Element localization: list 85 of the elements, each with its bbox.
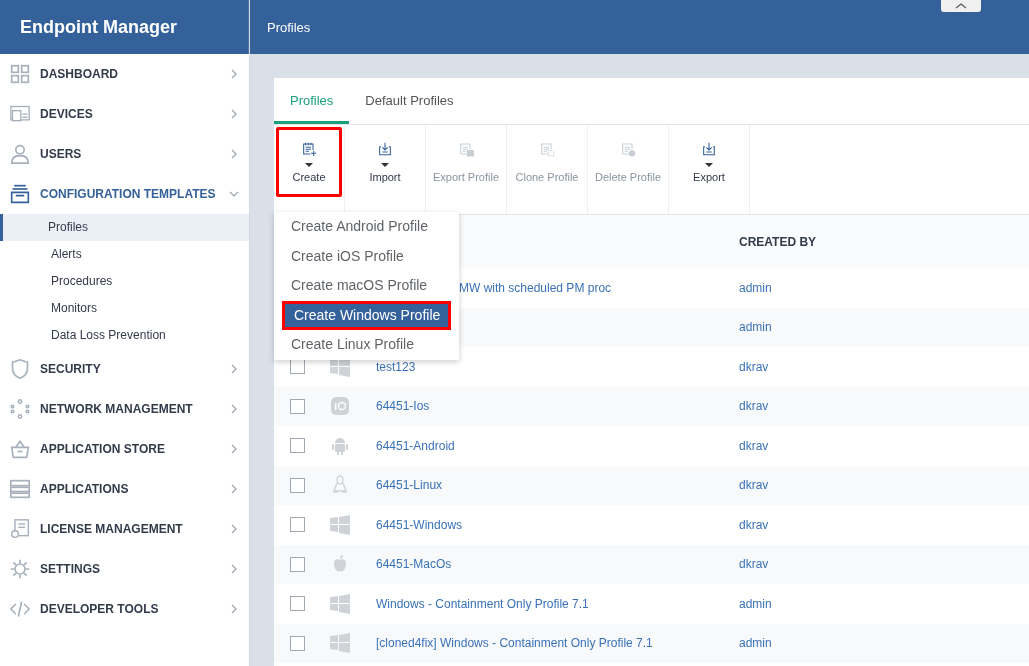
sidebar-item[interactable]: APPLICATIONS — [0, 469, 249, 509]
devices-icon — [10, 104, 30, 124]
profile-name-link[interactable]: test123 — [376, 359, 416, 374]
row-checkbox[interactable] — [290, 596, 305, 612]
chevron-right-icon — [229, 604, 239, 614]
toolbar-button[interactable]: Create — [276, 127, 342, 197]
profile-name-link[interactable]: 64451-Linux — [376, 478, 443, 493]
menu-item[interactable]: Create macOS Profile — [274, 271, 459, 301]
windows-icon — [330, 593, 350, 614]
sidebar-item[interactable]: DASHBOARD — [0, 54, 249, 94]
sidebar-subitem[interactable]: Monitors — [0, 295, 249, 322]
penguin-icon — [330, 475, 350, 496]
menu-item[interactable]: Create Linux Profile — [274, 330, 459, 360]
profile-name-link[interactable]: [cloned4fix] Windows - Containment Only Profile 7.1 — [376, 636, 653, 651]
code-icon — [10, 599, 30, 619]
created-by-link[interactable]: admin — [739, 280, 772, 295]
sidebar-item[interactable]: USERS — [0, 134, 249, 174]
android-icon — [330, 435, 350, 456]
profile-name-link[interactable]: 64451-Ios — [376, 399, 430, 414]
created-by-link[interactable]: admin — [739, 596, 772, 611]
windows-icon — [330, 633, 350, 654]
sidebar-subitem[interactable]: Alerts — [0, 241, 249, 268]
created-by-link[interactable]: dkrav — [739, 399, 769, 414]
shield-icon — [10, 359, 30, 379]
network-icon — [10, 399, 30, 419]
sidebar-item[interactable]: CONFIGURATION TEMPLATES — [0, 174, 249, 214]
chevron-down-icon — [229, 189, 239, 199]
profile-name-link[interactable]: Windows - Containment Only Profile 7.1 — [376, 596, 589, 611]
toolbar-button[interactable]: Export — [669, 127, 749, 197]
created-by-link[interactable]: dkrav — [739, 478, 769, 493]
chevron-right-icon — [229, 444, 239, 454]
chevron-right-icon — [229, 564, 239, 574]
page-title: Profiles — [267, 19, 311, 35]
user-icon — [10, 144, 30, 164]
rounded-square-icon — [330, 396, 350, 417]
row-checkbox[interactable] — [290, 635, 305, 651]
sidebar-item[interactable]: SECURITY — [0, 349, 249, 389]
sidebar-item[interactable]: APPLICATION STORE — [0, 429, 249, 469]
column-header[interactable]: CREATED BY — [739, 234, 1029, 249]
row-checkbox[interactable] — [290, 438, 305, 454]
menu-item[interactable]: Create Android Profile — [274, 212, 459, 242]
chevron-right-icon — [229, 404, 239, 414]
created-by-link[interactable]: admin — [739, 320, 772, 335]
row-checkbox[interactable] — [290, 556, 305, 572]
profile-name-link[interactable]: 64451-Windows — [376, 517, 463, 532]
row-checkbox[interactable] — [290, 477, 305, 493]
basket-icon — [10, 439, 30, 459]
tab[interactable]: Profiles — [274, 78, 350, 124]
profile-name-link[interactable]: MW with scheduled PM proc — [459, 280, 612, 295]
created-by-link[interactable]: dkrav — [739, 517, 769, 532]
menu-item[interactable]: Create Windows Profile — [282, 300, 451, 330]
app-title: Endpoint Manager — [20, 16, 177, 38]
settings-icon — [10, 559, 30, 579]
tray-icon — [10, 184, 30, 204]
chevron-right-icon — [229, 69, 239, 79]
row-checkbox[interactable] — [290, 398, 305, 414]
created-by-link[interactable]: dkrav — [739, 557, 769, 572]
grid-icon — [10, 64, 30, 84]
created-by-link[interactable]: dkrav — [739, 359, 769, 374]
chevron-right-icon — [229, 484, 239, 494]
profile-name-link[interactable]: 64451-MacOs — [376, 557, 452, 572]
menu-item[interactable]: Create iOS Profile — [274, 241, 459, 271]
created-by-link[interactable]: admin — [739, 636, 772, 651]
row-checkbox[interactable] — [290, 517, 305, 533]
certificate-icon — [10, 519, 30, 539]
server-icon — [10, 479, 30, 499]
sidebar-item[interactable]: LICENSE MANAGEMENT — [0, 509, 249, 549]
chevron-right-icon — [229, 364, 239, 374]
chevron-right-icon — [229, 109, 239, 119]
sidebar-subitem[interactable]: Procedures — [0, 268, 249, 295]
sidebar-item[interactable]: NETWORK MANAGEMENT — [0, 389, 249, 429]
sidebar-subitem[interactable]: Profiles — [0, 214, 249, 241]
chevron-right-icon — [229, 149, 239, 159]
chevron-right-icon — [229, 524, 239, 534]
caret-up-icon — [955, 3, 967, 9]
sidebar-item[interactable]: DEVELOPER TOOLS — [0, 589, 249, 629]
windows-icon — [330, 514, 350, 535]
tab[interactable]: Default Profiles — [349, 78, 470, 124]
sidebar-subitem[interactable]: Data Loss Prevention — [0, 322, 249, 349]
sidebar-item[interactable]: DEVICES — [0, 94, 249, 134]
profile-name-link[interactable]: 64451-Android — [376, 438, 455, 453]
toolbar-button[interactable]: Import — [352, 127, 418, 197]
created-by-link[interactable]: dkrav — [739, 438, 769, 453]
collapse-button[interactable] — [941, 0, 981, 12]
sidebar-item[interactable]: SETTINGS — [0, 549, 249, 589]
